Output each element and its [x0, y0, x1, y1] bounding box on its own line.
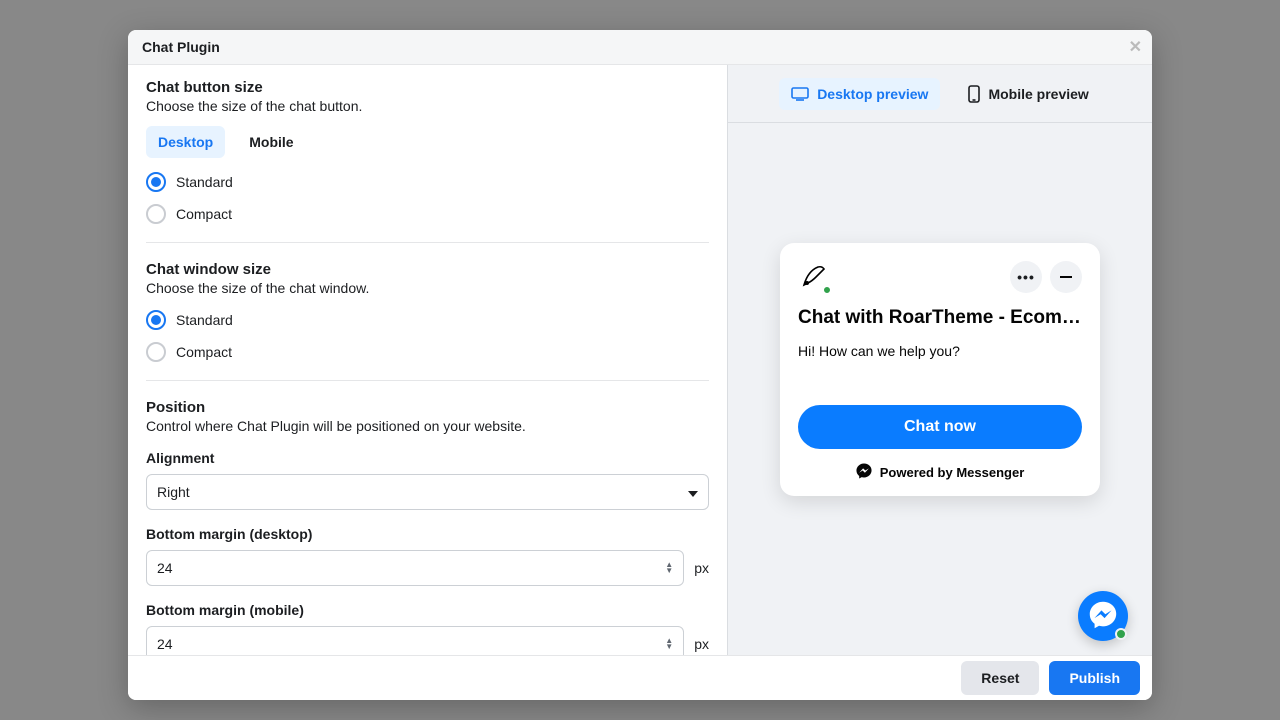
- chat-greeting: Hi! How can we help you?: [798, 343, 1082, 359]
- section-desc: Control where Chat Plugin will be positi…: [146, 418, 709, 434]
- radio-label: Compact: [176, 344, 232, 360]
- stepper-icon[interactable]: ▲▼: [665, 562, 673, 574]
- chat-header: •••: [798, 261, 1082, 293]
- preview-panel: Desktop preview Mobile preview: [728, 65, 1152, 655]
- stepper-icon[interactable]: ▲▼: [665, 638, 673, 650]
- modal-footer: Reset Publish: [128, 655, 1152, 700]
- radio-icon: [146, 172, 166, 192]
- messenger-icon: [1089, 601, 1117, 632]
- tab-desktop[interactable]: Desktop: [146, 126, 225, 158]
- tab-mobile[interactable]: Mobile: [237, 126, 305, 158]
- settings-panel: Chat button size Choose the size of the …: [128, 65, 728, 655]
- radio-icon: [146, 204, 166, 224]
- field-label-alignment: Alignment: [146, 450, 709, 466]
- chat-now-button[interactable]: Chat now: [798, 405, 1082, 449]
- mobile-preview-button[interactable]: Mobile preview: [956, 77, 1100, 111]
- radio-icon: [146, 310, 166, 330]
- chat-preview-card: ••• Chat with RoarTheme - Ecommer... Hi!…: [780, 243, 1100, 496]
- platform-tabs: Desktop Mobile: [146, 126, 306, 158]
- minimize-icon: [1060, 276, 1072, 278]
- section-position: Position Control where Chat Plugin will …: [146, 399, 709, 655]
- divider: [146, 380, 709, 381]
- radio-compact[interactable]: Compact: [146, 342, 709, 362]
- reset-button[interactable]: Reset: [961, 661, 1039, 695]
- section-desc: Choose the size of the chat window.: [146, 280, 709, 296]
- preview-area: ••• Chat with RoarTheme - Ecommer... Hi!…: [728, 123, 1152, 655]
- powered-by: Powered by Messenger: [798, 463, 1082, 482]
- desktop-preview-button[interactable]: Desktop preview: [779, 78, 940, 110]
- section-button-size: Chat button size Choose the size of the …: [146, 79, 709, 224]
- radio-label: Standard: [176, 174, 233, 190]
- field-label-bottom-desktop: Bottom margin (desktop): [146, 526, 709, 542]
- powered-label: Powered by Messenger: [880, 465, 1025, 480]
- online-indicator-icon: [822, 285, 832, 295]
- avatar: [798, 261, 830, 293]
- input-value: 24: [157, 636, 173, 652]
- chat-plugin-modal: Chat Plugin ✕ Chat button size Choose th…: [128, 30, 1152, 700]
- divider: [146, 242, 709, 243]
- radio-compact[interactable]: Compact: [146, 204, 709, 224]
- select-value: Right: [157, 484, 190, 500]
- section-title: Position: [146, 399, 709, 416]
- chat-controls: •••: [1010, 261, 1082, 293]
- unit-label: px: [694, 636, 709, 652]
- radio-icon: [146, 342, 166, 362]
- dots-icon: •••: [1017, 269, 1035, 285]
- mobile-icon: [968, 85, 980, 103]
- field-label-bottom-mobile: Bottom margin (mobile): [146, 602, 709, 618]
- radio-label: Compact: [176, 206, 232, 222]
- unit-label: px: [694, 560, 709, 576]
- modal-body: Chat button size Choose the size of the …: [128, 65, 1152, 655]
- chat-title: Chat with RoarTheme - Ecommer...: [798, 307, 1082, 329]
- section-window-size: Chat window size Choose the size of the …: [146, 261, 709, 362]
- button-size-options: Standard Compact: [146, 172, 709, 224]
- close-icon[interactable]: ✕: [1129, 37, 1142, 57]
- radio-label: Standard: [176, 312, 233, 328]
- section-desc: Choose the size of the chat button.: [146, 98, 709, 114]
- section-title: Chat button size: [146, 79, 709, 96]
- publish-button[interactable]: Publish: [1049, 661, 1140, 695]
- online-indicator-icon: [1115, 628, 1127, 640]
- bottom-mobile-row: 24 ▲▼ px: [146, 626, 709, 655]
- radio-standard[interactable]: Standard: [146, 310, 709, 330]
- modal-header: Chat Plugin ✕: [128, 30, 1152, 65]
- bottom-desktop-row: 24 ▲▼ px: [146, 550, 709, 586]
- toggle-label: Mobile preview: [988, 86, 1088, 102]
- minimize-button[interactable]: [1050, 261, 1082, 293]
- alignment-select[interactable]: Right: [146, 474, 709, 510]
- desktop-icon: [791, 87, 809, 101]
- chevron-down-icon: [688, 484, 698, 500]
- more-options-button[interactable]: •••: [1010, 261, 1042, 293]
- input-value: 24: [157, 560, 173, 576]
- messenger-fab[interactable]: [1078, 591, 1128, 641]
- modal-title: Chat Plugin: [142, 39, 220, 55]
- bottom-mobile-input[interactable]: 24 ▲▼: [146, 626, 684, 655]
- section-title: Chat window size: [146, 261, 709, 278]
- radio-standard[interactable]: Standard: [146, 172, 709, 192]
- window-size-options: Standard Compact: [146, 310, 709, 362]
- toggle-label: Desktop preview: [817, 86, 928, 102]
- preview-toggle: Desktop preview Mobile preview: [728, 65, 1152, 123]
- bottom-desktop-input[interactable]: 24 ▲▼: [146, 550, 684, 586]
- messenger-icon: [856, 463, 872, 482]
